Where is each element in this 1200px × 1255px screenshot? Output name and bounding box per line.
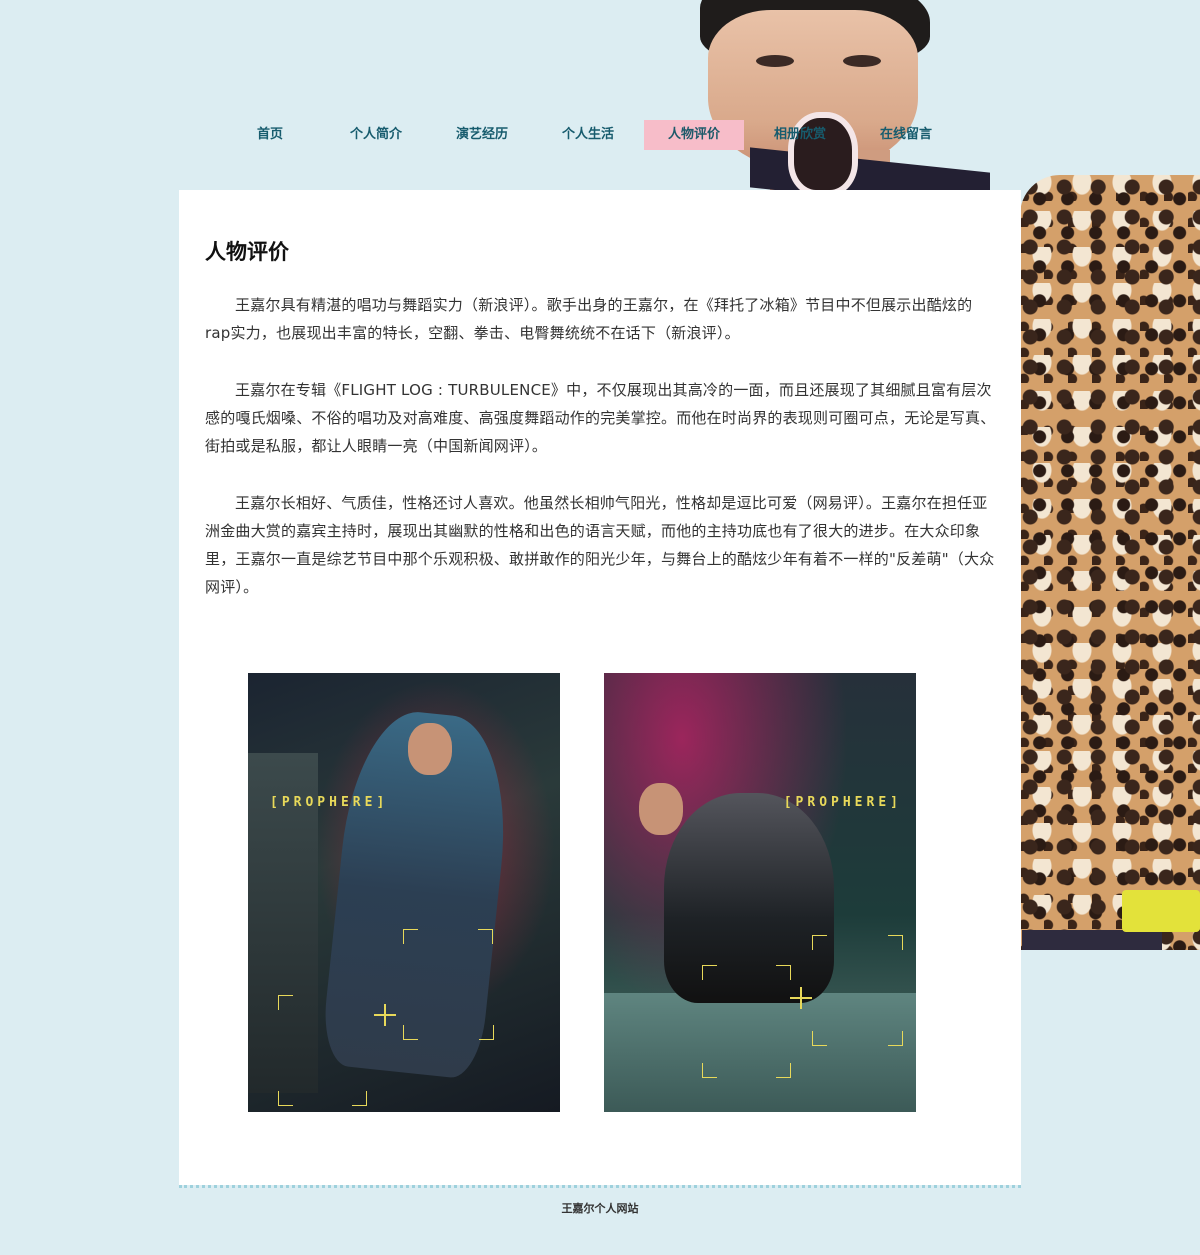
focus-corner	[812, 935, 827, 950]
focus-corner	[812, 1031, 827, 1046]
focus-corner	[776, 1063, 791, 1078]
focus-crosshair	[790, 987, 812, 1009]
photo-car	[604, 993, 916, 1112]
photo-figure	[664, 793, 834, 1003]
photo-head	[408, 723, 452, 775]
focus-corner	[702, 1063, 717, 1078]
nav-item-guestbook[interactable]: 在线留言	[856, 120, 956, 150]
photo-brand-text: [PROPHERE]	[270, 795, 389, 810]
focus-corner	[888, 1031, 903, 1046]
portrait-sleeve	[1022, 930, 1162, 950]
nav-item-personal-life[interactable]: 个人生活	[538, 120, 638, 150]
focus-corner	[479, 1025, 494, 1040]
focus-corner	[776, 965, 791, 980]
focus-corner	[403, 929, 418, 944]
focus-crosshair	[374, 1004, 396, 1026]
focus-corner	[403, 1025, 418, 1040]
nav-item-home[interactable]: 首页	[220, 120, 320, 150]
evaluation-paragraph: 王嘉尔长相好、气质佳，性格还讨人喜欢。他虽然长相帅气阳光，性格却是逗比可爱（网易…	[205, 494, 995, 596]
nav-item-evaluation[interactable]: 人物评价	[644, 120, 744, 150]
portrait-leopard-jacket	[1020, 175, 1200, 950]
focus-corner	[888, 935, 903, 950]
nav-item-career[interactable]: 演艺经历	[432, 120, 532, 150]
focus-corner	[278, 1091, 293, 1106]
nav-item-gallery[interactable]: 相册欣赏	[750, 120, 850, 150]
photo-prophere-car-hood: [PROPHERE]	[604, 673, 916, 1112]
photo-head	[639, 783, 683, 835]
site-footer: 王嘉尔个人网站	[561, 1202, 639, 1215]
portrait-eye	[756, 55, 794, 67]
content-card: 人物评价 王嘉尔具有精湛的唱功与舞蹈实力（新浪评）。歌手出身的王嘉尔，在《拜托了…	[179, 190, 1021, 1185]
portrait-eye	[843, 55, 881, 67]
footer-divider	[179, 1185, 1021, 1188]
focus-corner	[478, 929, 493, 944]
portrait-yellow-object	[1122, 890, 1200, 932]
main-nav: 首页 个人简介 演艺经历 个人生活 人物评价 相册欣赏 在线留言	[220, 120, 962, 150]
page-title: 人物评价	[205, 240, 289, 264]
photo-prophere-car-door: [PROPHERE]	[248, 673, 560, 1112]
evaluation-paragraph: 王嘉尔具有精湛的唱功与舞蹈实力（新浪评）。歌手出身的王嘉尔，在《拜托了冰箱》节目…	[205, 296, 973, 342]
focus-corner	[278, 995, 293, 1010]
nav-item-profile[interactable]: 个人简介	[326, 120, 426, 150]
focus-corner	[702, 965, 717, 980]
evaluation-paragraph: 王嘉尔在专辑《FLIGHT LOG : TURBULENCE》中，不仅展现出其高…	[205, 381, 996, 455]
photo-brand-text: [PROPHERE]	[783, 795, 902, 810]
focus-corner	[352, 1091, 367, 1106]
